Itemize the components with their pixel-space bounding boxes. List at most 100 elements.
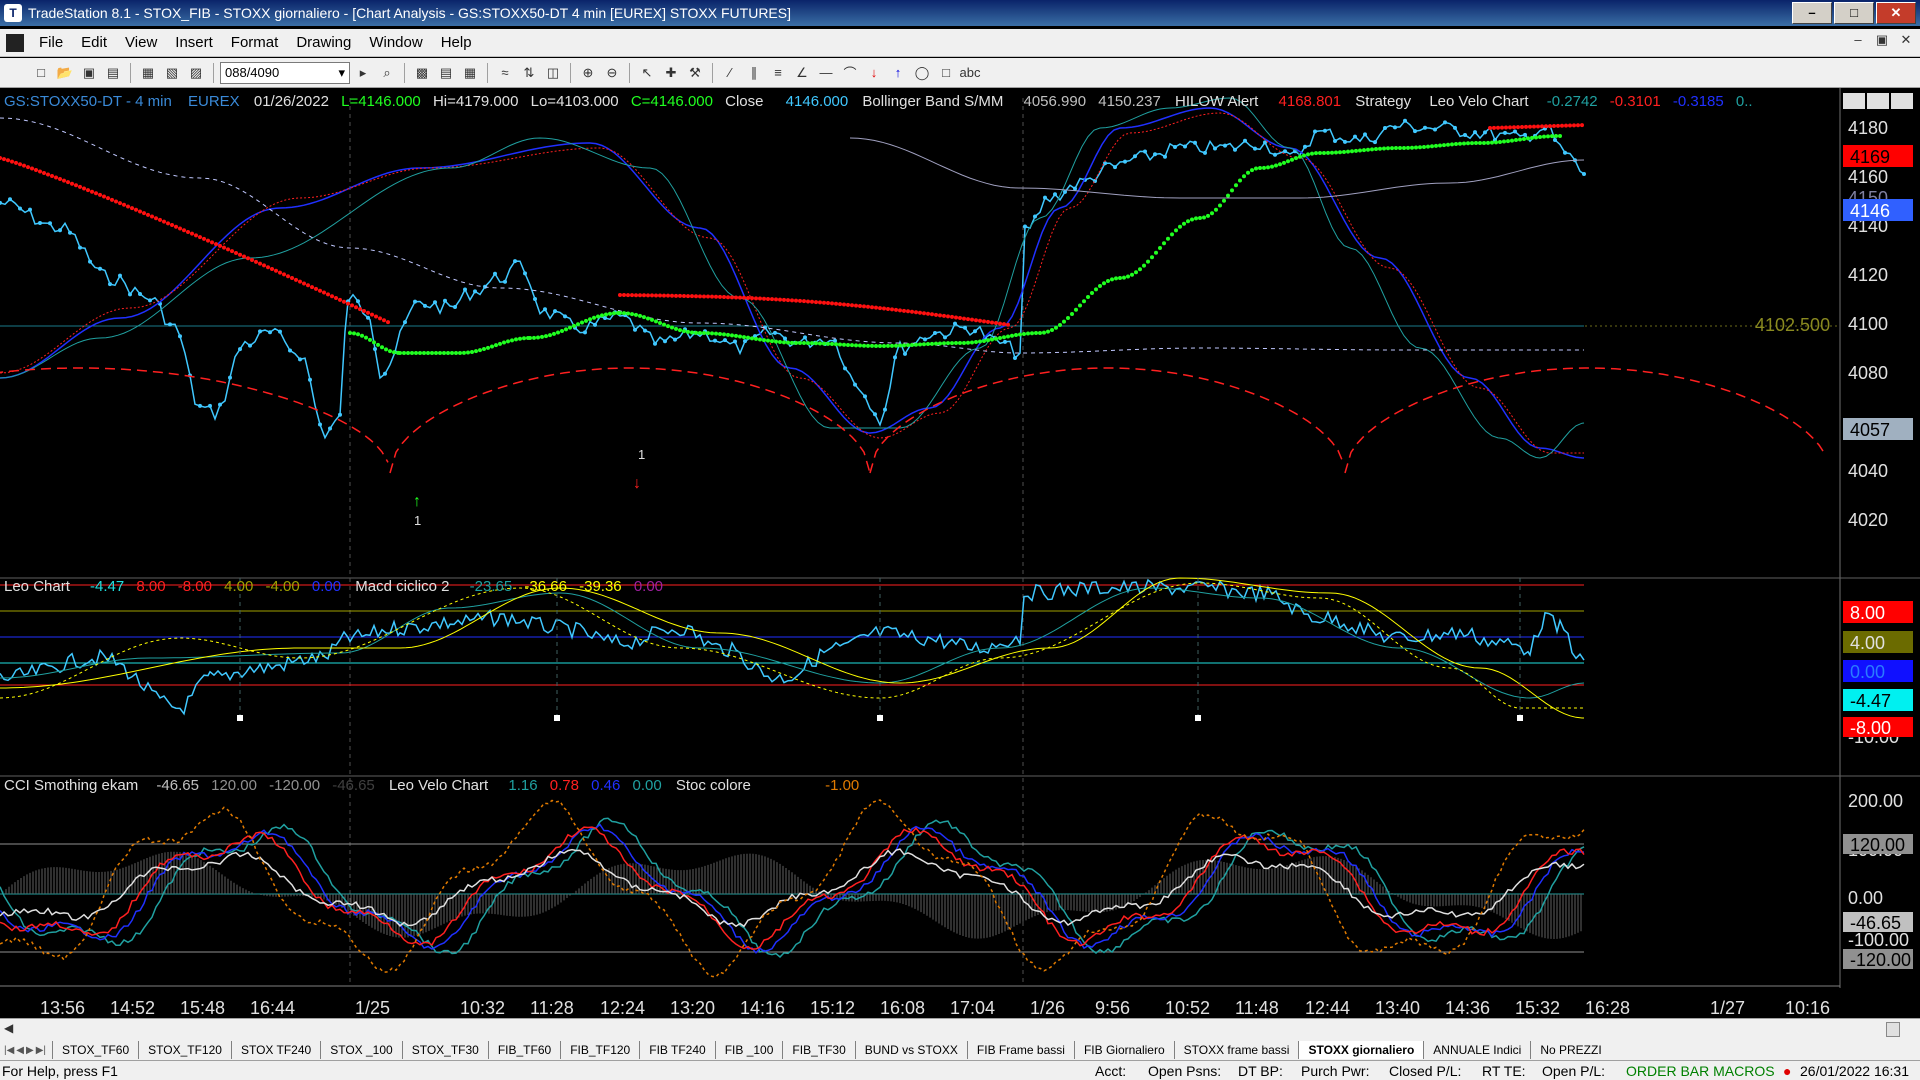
crosshair-icon[interactable]: ✚: [660, 62, 682, 84]
indicator-icon[interactable]: ≈: [494, 62, 516, 84]
print-icon[interactable]: ▤: [102, 62, 124, 84]
pane2-axis[interactable]: -10.00 8.00 4.00 0.00 -4.47 -8.00: [1843, 601, 1913, 747]
scroll-thumb[interactable]: [1886, 1022, 1900, 1037]
menu-format[interactable]: Format: [222, 34, 288, 51]
grid-icon[interactable]: ▦: [459, 62, 481, 84]
tab-first-icon[interactable]: |◀: [4, 1045, 14, 1056]
green-ma-dot: [942, 341, 946, 346]
tab-stox-tf240[interactable]: STOX TF240: [230, 1041, 320, 1059]
mdi-close-button[interactable]: ✕: [1896, 32, 1916, 48]
matrix-icon[interactable]: ▨: [185, 62, 207, 84]
tab-next-icon[interactable]: ▶: [26, 1045, 34, 1056]
horizontal-scrollbar[interactable]: ◀: [0, 1018, 1920, 1040]
status-purch-pwr: Purch Pwr:: [1301, 1063, 1370, 1079]
menu-drawing[interactable]: Drawing: [287, 34, 360, 51]
zoom-in-icon[interactable]: ⊕: [577, 62, 599, 84]
tab-fib-tf30[interactable]: FIB_TF30: [782, 1041, 854, 1059]
tools-icon[interactable]: ⚒: [684, 62, 706, 84]
symbol-selector[interactable]: 088/4090 ▾: [220, 61, 350, 84]
pane3-axis[interactable]: 200.00 100.00 120.00 0.00 -100.00 -46.65…: [1843, 791, 1913, 970]
menu-edit[interactable]: Edit: [72, 34, 116, 51]
green-ma-dot: [1154, 250, 1158, 255]
bar-chart-icon[interactable]: ▩: [411, 62, 433, 84]
tab-last-icon[interactable]: ▶|: [36, 1045, 46, 1056]
tab-stox-tf60[interactable]: STOX_TF60: [52, 1041, 138, 1059]
green-ma-dot: [1286, 159, 1290, 164]
price-header-hilow-label: HILOW Alert: [1175, 93, 1259, 110]
menu-help[interactable]: Help: [432, 34, 481, 51]
channel-icon[interactable]: ∥: [743, 62, 765, 84]
red-ma-dot: [1002, 322, 1006, 327]
arrow-up-icon[interactable]: ↑: [887, 62, 909, 84]
maximize-button[interactable]: □: [1834, 2, 1874, 24]
chart-analysis-window[interactable]: GS:STOXX50-DT - 4 min EUREX 01/26/2022 L…: [0, 88, 1920, 1018]
close-button[interactable]: ✕: [1876, 2, 1916, 24]
menu-file[interactable]: File: [30, 34, 72, 51]
tab-fib-tf120[interactable]: FIB_TF120: [560, 1041, 639, 1059]
green-ma-dot: [588, 317, 592, 322]
red-ma-dot: [98, 192, 102, 197]
rectangle-icon[interactable]: □: [935, 62, 957, 84]
trendline-icon[interactable]: ∕: [719, 62, 741, 84]
red-ma-dot: [122, 202, 126, 207]
mdi-minimize-button[interactable]: –: [1848, 32, 1868, 48]
text-icon[interactable]: abc: [959, 62, 981, 84]
arrow-down-icon[interactable]: ↓: [863, 62, 885, 84]
cycle-marker: [1195, 715, 1201, 721]
chart-window-icon[interactable]: [6, 33, 24, 52]
gann-icon[interactable]: ∠: [791, 62, 813, 84]
menu-insert[interactable]: Insert: [166, 34, 222, 51]
tab-stoxx-frame-bassi[interactable]: STOXX frame bassi: [1173, 1041, 1299, 1059]
red-ma-dot: [62, 178, 66, 183]
tab-fib-tf60[interactable]: FIB_TF60: [487, 1041, 560, 1059]
tab-fib-tf240[interactable]: FIB TF240: [639, 1041, 714, 1059]
tab-fib-frame-bassi[interactable]: FIB Frame bassi: [966, 1041, 1074, 1059]
chart-restore-button[interactable]: [1867, 93, 1889, 109]
menu-window[interactable]: Window: [360, 34, 431, 51]
tab-stox-100[interactable]: STOX _100: [320, 1041, 401, 1059]
horizontal-line-icon[interactable]: —: [815, 62, 837, 84]
arc-icon[interactable]: ⌒: [839, 62, 861, 84]
tab-stox-tf30[interactable]: STOX_TF30: [401, 1041, 488, 1059]
green-ma-dot: [502, 340, 506, 345]
red-ma-dot: [978, 318, 982, 323]
tab-stoxx-giornaliero[interactable]: STOXX giornaliero: [1298, 1041, 1424, 1059]
red-ma-dot: [814, 300, 818, 305]
minimize-button[interactable]: –: [1792, 2, 1832, 24]
tab-fib-100[interactable]: FIB _100: [714, 1041, 783, 1059]
chart-minimize-button[interactable]: [1843, 93, 1865, 109]
save-icon[interactable]: ▣: [78, 62, 100, 84]
ellipse-icon[interactable]: ◯: [911, 62, 933, 84]
zoom-out-icon[interactable]: ⊖: [601, 62, 623, 84]
green-ma-dot: [1374, 147, 1378, 152]
red-ma-dot: [714, 294, 718, 299]
tab-stox-tf120[interactable]: STOX_TF120: [138, 1041, 231, 1059]
menu-view[interactable]: View: [116, 34, 166, 51]
new-icon[interactable]: □: [30, 62, 52, 84]
chart-close-button[interactable]: [1891, 93, 1913, 109]
status-macros[interactable]: ORDER BAR MACROS: [1626, 1063, 1775, 1079]
tab-no-prezzi[interactable]: No PREZZI: [1530, 1041, 1610, 1059]
scroll-left-icon[interactable]: ◀: [4, 1021, 13, 1035]
price-point: [473, 289, 477, 294]
cursor-icon[interactable]: ↖: [636, 62, 658, 84]
scan-icon[interactable]: ◫: [542, 62, 564, 84]
mdi-restore-button[interactable]: ▣: [1872, 32, 1892, 48]
chart-canvas[interactable]: GS:STOXX50-DT - 4 min EUREX 01/26/2022 L…: [0, 88, 1920, 1018]
green-ma-dot: [580, 320, 584, 325]
tab-bund-vs-stoxx[interactable]: BUND vs STOXX: [854, 1041, 967, 1059]
green-ma-dot: [1238, 178, 1242, 183]
tab-prev-icon[interactable]: ◀: [16, 1045, 24, 1056]
radar-icon[interactable]: ▧: [161, 62, 183, 84]
tab-annuale-indici[interactable]: ANNUALE Indici: [1423, 1041, 1530, 1059]
green-ma-dot: [1326, 150, 1330, 155]
strategy-icon[interactable]: ⇅: [518, 62, 540, 84]
play-icon[interactable]: ▸: [352, 62, 374, 84]
open-icon[interactable]: 📂: [54, 62, 76, 84]
green-ma-dot: [1342, 149, 1346, 154]
lookup-icon[interactable]: ⌕: [376, 62, 398, 84]
chart-icon[interactable]: ▦: [137, 62, 159, 84]
tab-fib-giornaliero[interactable]: FIB Giornaliero: [1073, 1041, 1174, 1059]
fib-icon[interactable]: ≡: [767, 62, 789, 84]
table-icon[interactable]: ▤: [435, 62, 457, 84]
